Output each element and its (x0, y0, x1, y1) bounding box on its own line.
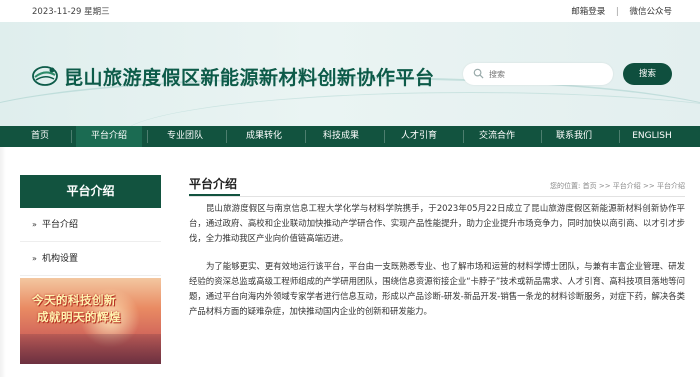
top-bar: 2023-11-29 星期三 邮箱登录 | 微信公众号 (0, 0, 700, 22)
breadcrumb-separator: >> (643, 182, 655, 190)
sidebar-item-platform-intro[interactable]: » 平台介绍 (20, 208, 161, 242)
top-links: 邮箱登录 | 微信公众号 (571, 5, 672, 17)
wechat-account-link[interactable]: 微信公众号 (629, 5, 672, 17)
nav-item-home[interactable]: 首页 (14, 126, 66, 147)
nav-item-contact[interactable]: 联系我们 (541, 126, 607, 147)
chevron-right-icon: » (32, 254, 37, 263)
intro-paragraph-1: 昆山旅游度假区与南京信息工程大学化学与材料学院携手，于2023年05月22日成立… (189, 203, 685, 243)
sidebar-title: 平台介绍 (20, 175, 161, 208)
breadcrumb-current[interactable]: 平台介绍 (657, 181, 685, 191)
promo-banner[interactable]: 今天的科技创新 成就明天的辉煌 (20, 278, 161, 364)
title-divider (189, 196, 685, 197)
site-title: 昆山旅游度假区新能源新材料创新协作平台 (64, 67, 435, 89)
nav-divider (226, 130, 227, 143)
nav-divider (305, 130, 306, 143)
chevron-right-icon: » (32, 220, 37, 229)
nav-item-english[interactable]: ENGLISH (619, 126, 685, 147)
nav-item-talent[interactable]: 人才引育 (386, 126, 452, 147)
search-button[interactable]: 搜索 (623, 63, 672, 85)
email-login-link[interactable]: 邮箱登录 (571, 5, 605, 17)
breadcrumb-section[interactable]: 平台介绍 (613, 181, 641, 191)
nav-item-professional-team[interactable]: 专业团队 (152, 126, 218, 147)
sidebar-item-label: 机构设置 (42, 254, 79, 264)
nav-divider (71, 130, 72, 143)
banner-slogan-line2: 成就明天的辉煌 (37, 310, 121, 324)
intro-paragraph-2: 为了能够更实、更有效地运行该平台，平台由一支既熟悉专业、也了解市场和运营的材料学… (189, 261, 685, 316)
sidebar: 平台介绍 » 平台介绍 » 机构设置 今天的科技创新 成就明天的辉煌 (20, 175, 161, 364)
breadcrumb-prefix: 您的位置: (550, 182, 581, 190)
content-edge-shadow (0, 147, 6, 377)
breadcrumb-home[interactable]: 首页 (583, 181, 597, 191)
nav-divider (384, 130, 385, 143)
main-nav: 首页 平台介绍 专业团队 成果转化 科技成果 人才引育 交流合作 联系我们 EN… (0, 126, 700, 147)
nav-item-platform-intro[interactable]: 平台介绍 (76, 126, 142, 147)
nav-item-exchange[interactable]: 交流合作 (464, 126, 530, 147)
nav-item-tech-achievements[interactable]: 科技成果 (308, 126, 374, 147)
search-input[interactable] (489, 66, 604, 82)
sidebar-item-label: 平台介绍 (42, 220, 79, 230)
search-box[interactable] (463, 63, 613, 85)
nav-item-achievement-transfer[interactable]: 成果转化 (231, 126, 297, 147)
page-title: 平台介绍 (189, 177, 238, 191)
leaf-wave-logo-icon[interactable] (30, 60, 60, 90)
site-header: 昆山旅游度假区新能源新材料创新协作平台 搜索 (0, 22, 700, 126)
nav-divider (147, 130, 148, 143)
breadcrumb: 您的位置: 首页 >> 平台介绍 >> 平台介绍 (550, 181, 685, 191)
current-date: 2023-11-29 星期三 (32, 7, 110, 17)
banner-slogan-line1: 今天的科技创新 (32, 293, 116, 307)
sidebar-item-organization[interactable]: » 机构设置 (20, 242, 161, 276)
search-icon (473, 68, 484, 79)
banner-crowd-silhouette (20, 334, 161, 364)
title-underline (189, 194, 240, 196)
divider: | (615, 7, 619, 17)
page: 2023-11-29 星期三 邮箱登录 | 微信公众号 昆山旅游度假区新能源新材… (0, 0, 700, 377)
breadcrumb-separator: >> (598, 182, 611, 190)
